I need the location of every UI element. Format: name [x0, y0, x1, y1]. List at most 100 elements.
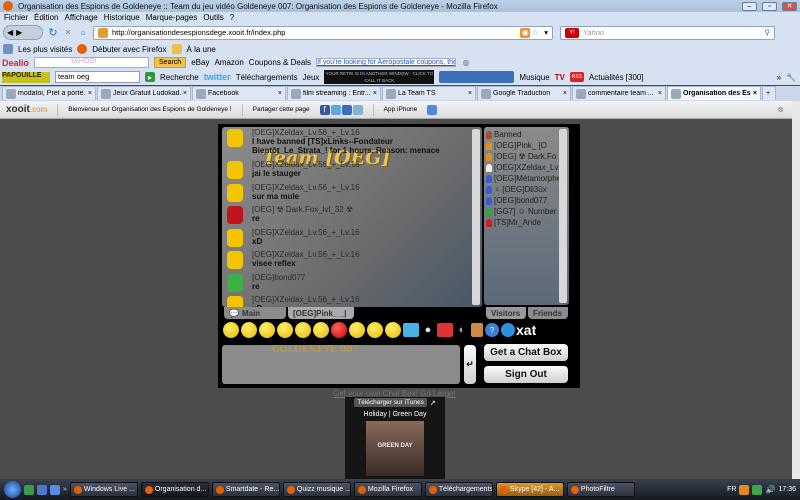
tray-icon[interactable] [739, 484, 750, 495]
browser-tab[interactable]: Jeux Gratuit Ludokad... × [97, 86, 191, 100]
power-icon[interactable] [437, 323, 453, 337]
message-author[interactable]: [OEG]XZeldax_Lv.56_+_Lv.16 [252, 183, 360, 192]
close-bar-icon[interactable]: ⊗ [777, 105, 784, 114]
more-tools-chevron-icon[interactable]: » [777, 73, 781, 82]
menu-marque-pages[interactable]: Marque-pages [146, 13, 198, 22]
user-list-scrollbar[interactable] [559, 129, 567, 303]
wrench-icon[interactable]: 🔧 [786, 73, 796, 82]
message-author[interactable]: [OEG]bond077 [252, 273, 305, 282]
tab-close-icon[interactable]: × [373, 90, 377, 97]
dealio-ad-link[interactable]: If you're looking for Aeropostale coupon… [316, 58, 457, 67]
user-avatar[interactable] [227, 161, 243, 179]
actualites-button[interactable]: Actualités [300] [589, 73, 644, 82]
back-forward-buttons[interactable]: ◀ ▶ [3, 25, 43, 40]
search-magnifier-icon[interactable]: ⚲ [765, 28, 771, 37]
coupons-link[interactable]: Coupons & Deals [249, 58, 311, 67]
iphone-app-icon[interactable] [427, 104, 438, 115]
message-author[interactable]: [OEG]XZeldax_Lv.56_+_Lv.16 [252, 295, 360, 304]
taskbar-item[interactable]: PhotoFiltre [566, 482, 635, 497]
menu-help[interactable]: ? [230, 13, 234, 22]
twitter-button[interactable]: twitter [204, 72, 231, 82]
message-author[interactable]: [OEG]XZeldax_Lv.56_+_Lv.16 [252, 228, 360, 237]
back-arrow-icon[interactable]: ◀ [7, 28, 13, 37]
smiley-grin-icon[interactable] [241, 322, 257, 338]
settings-globe-icon[interactable]: ◍ [461, 58, 471, 68]
user-list-item[interactable]: [OEG]Métamorphe [484, 173, 569, 184]
reload-icon[interactable]: ↻ [48, 27, 58, 39]
message-author[interactable]: [OEG]XZeldax_Lv.56_+_Lv.16 [252, 128, 360, 137]
tab-close-icon[interactable]: × [183, 90, 187, 97]
tab-close-icon[interactable]: × [88, 90, 92, 97]
smiley-wink-icon[interactable] [259, 322, 275, 338]
get-chat-box-button[interactable]: Get a Chat Box [484, 344, 568, 361]
user-avatar[interactable] [227, 296, 243, 307]
smiley-blush-icon[interactable] [367, 322, 383, 338]
user-list-item[interactable]: ♀ [OEG]Dli3ûx [484, 184, 569, 195]
stop-icon[interactable]: ✕ [63, 28, 73, 38]
get-more-smileys-icon[interactable] [403, 323, 419, 337]
url-dropdown-icon[interactable]: ▾ [544, 28, 548, 37]
jeux-button[interactable]: Jeux [303, 73, 320, 82]
message-author[interactable]: [OEG]XZeldax_Lv.56_+_Lv.16 [252, 250, 360, 259]
quicklaunch-icon[interactable] [50, 484, 60, 495]
search-input[interactable]: Yahoo [583, 28, 765, 37]
forward-arrow-icon[interactable]: ▶ [16, 28, 22, 37]
new-tab-button[interactable]: + [762, 86, 776, 100]
tab-close-icon[interactable]: × [563, 90, 567, 97]
tab-main[interactable]: 💬 Main [224, 307, 286, 319]
quicklaunch-icon[interactable] [24, 484, 34, 495]
user-avatar[interactable] [227, 129, 243, 147]
url-bar[interactable]: http://organisationdesespionsdege.xooit.… [93, 25, 553, 40]
help-icon[interactable]: ? [485, 323, 499, 337]
browser-tab[interactable]: La Team TS × [382, 86, 476, 100]
page-scrollbar[interactable] [792, 101, 800, 479]
tab-close-icon[interactable]: × [278, 90, 282, 97]
taskbar-item[interactable]: Quizz musique ... [282, 482, 351, 497]
sound-toggle-icon[interactable]: ● [421, 324, 435, 336]
dealio-search-button[interactable]: Search [154, 57, 187, 68]
tab-visitors[interactable]: Visitors [486, 307, 526, 319]
bookmark-getting-started[interactable]: Débuter avec Firefox [92, 45, 166, 54]
volume-icon[interactable]: 🔊 [765, 485, 775, 495]
taskbar-item[interactable]: Mozilla Firefox [353, 482, 422, 497]
twitter-share-icon[interactable] [330, 104, 341, 115]
menu-edition[interactable]: Édition [34, 13, 58, 22]
send-button[interactable]: ↵ [464, 345, 476, 384]
start-button[interactable] [4, 481, 21, 498]
expand-icon[interactable]: ↗ [430, 399, 436, 407]
maximize-button[interactable]: ▫ [762, 1, 777, 11]
menu-fichier[interactable]: Fichier [4, 13, 28, 22]
browser-tab[interactable]: Facebook × [192, 86, 286, 100]
smiley-angry-icon[interactable] [331, 322, 347, 338]
user-avatar[interactable] [227, 228, 243, 247]
album-cover[interactable]: GREEN DAY [366, 421, 424, 476]
smiley-tongue-icon[interactable] [295, 322, 311, 338]
taskbar-item[interactable]: Windows Live ... [69, 482, 138, 497]
taskbar-item[interactable]: Skype [42] - A... [495, 482, 564, 497]
clock[interactable]: 17:36 [778, 486, 796, 493]
speaker-icon[interactable]: ◐ [455, 324, 469, 336]
media-player-controls[interactable] [439, 71, 515, 83]
menu-outils[interactable]: Outils [203, 13, 223, 22]
menu-historique[interactable]: Historique [104, 13, 140, 22]
user-avatar[interactable] [227, 183, 243, 202]
message-input[interactable]: GOLDENEYE 007 [222, 345, 460, 384]
message-author[interactable]: [OEG]XZeldax_Lv.56_+_Lv.16 [252, 160, 360, 169]
musique-button[interactable]: Musique [519, 73, 549, 82]
browser-tab[interactable]: Google Traduction × [477, 86, 571, 100]
dealio-search-input[interactable]: YAHOO! [34, 57, 150, 68]
user-list-item[interactable]: [OEG] ☢ Dark.Fo [484, 151, 569, 162]
tab-private-chat[interactable]: [OEG]Pink_ _| [288, 307, 354, 319]
minimize-button[interactable]: – [742, 1, 757, 11]
radio-player-display[interactable]: YOUR RETRI IS IN ANOTHER WINDOW · CLICK … [324, 70, 435, 84]
user-list-item[interactable]: [GG7] ☺ Number [484, 206, 569, 217]
tab-close-icon[interactable]: × [753, 90, 757, 97]
smiley-surprised-icon[interactable] [277, 322, 293, 338]
browser-tab[interactable]: modatoi, Pret a porte... × [2, 86, 96, 100]
myspace-share-icon[interactable] [341, 104, 352, 115]
menu-affichage[interactable]: Affichage [64, 13, 97, 22]
home-icon[interactable]: ⌂ [78, 28, 88, 38]
message-scrollbar[interactable] [472, 129, 480, 305]
ebay-link[interactable]: eBay [191, 58, 209, 67]
user-list-item[interactable]: [OEG]Pink_ [O [484, 140, 569, 151]
